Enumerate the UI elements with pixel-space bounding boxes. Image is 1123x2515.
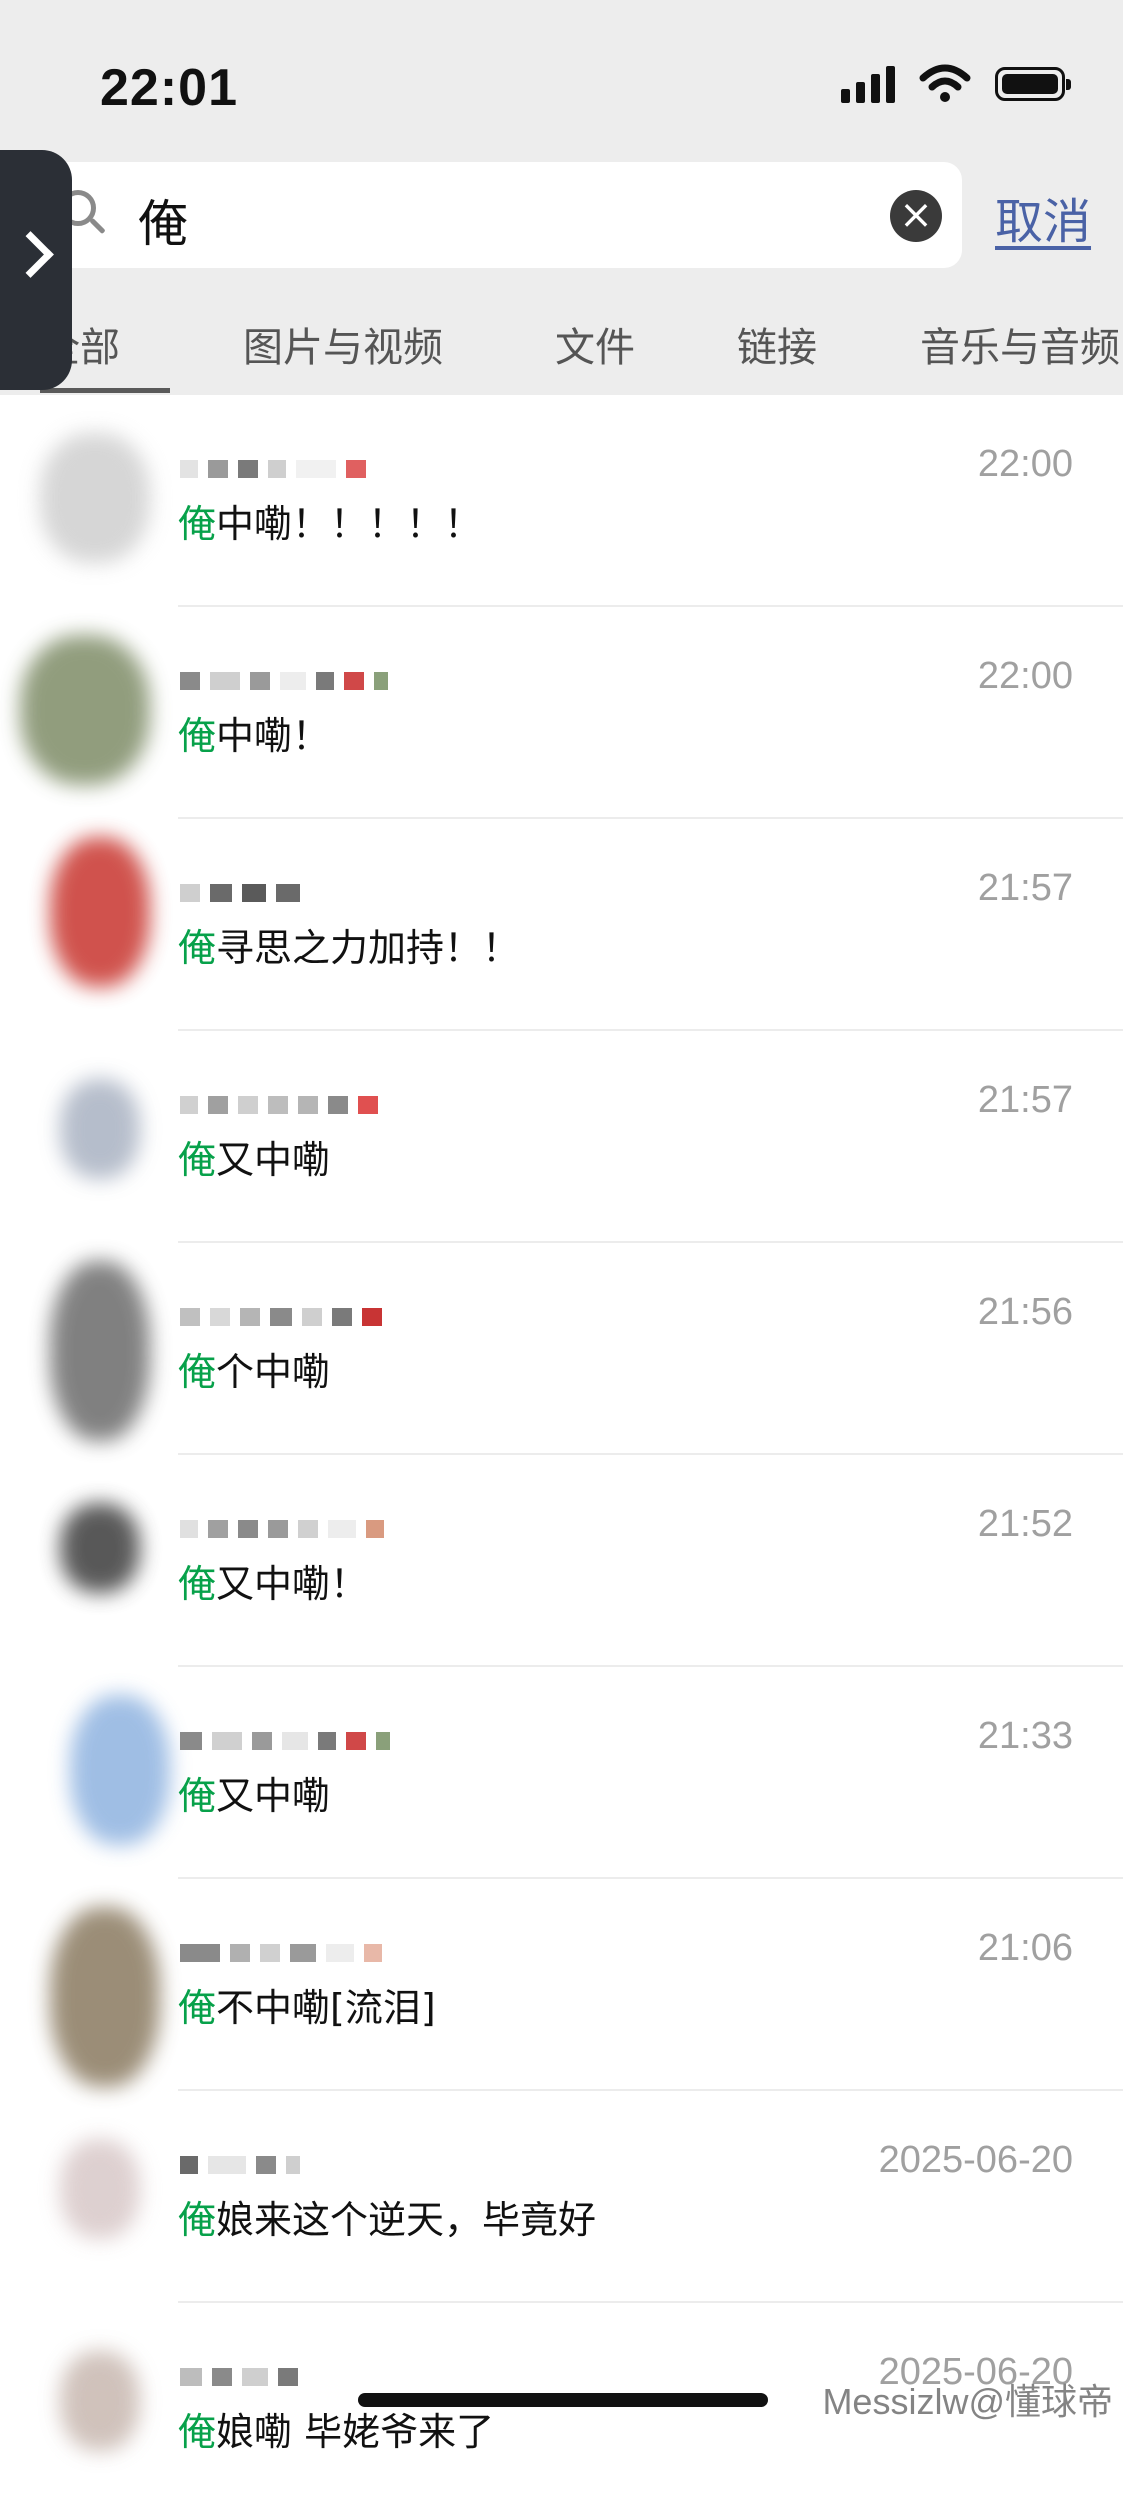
avatar [60, 1503, 140, 1613]
list-item[interactable]: 俺寻思之力加持！！ 21:57 [0, 819, 1123, 1031]
message-snippet: 俺娘来这个逆天，毕竟好 [178, 2198, 597, 2242]
sender-name-redacted [180, 1731, 390, 1751]
status-icons [841, 64, 1071, 104]
message-time: 21:33 [977, 1715, 1073, 1757]
message-snippet: 俺不中嘞[流泪] [178, 1986, 436, 2030]
cancel-button[interactable]: 取消 [995, 182, 1091, 252]
list-item[interactable]: 俺中嘞！！！！！ 22:00 [0, 395, 1123, 607]
tab-bar: 全部 图片与视频 文件 链接 音乐与音频 [0, 315, 1123, 395]
avatar [50, 1261, 150, 1441]
message-snippet: 俺又中嘞 [178, 1774, 331, 1818]
message-snippet: 俺又中嘞 [178, 1138, 331, 1182]
clear-icon[interactable]: × [890, 190, 942, 242]
avatar [50, 1907, 160, 2087]
sender-name-redacted [180, 883, 300, 903]
sender-name-redacted [180, 2155, 300, 2175]
message-time: 21:57 [977, 1079, 1073, 1121]
avatar [60, 1079, 140, 1189]
message-time: 22:00 [977, 443, 1073, 485]
sender-name-redacted [180, 1095, 378, 1115]
avatar [40, 433, 150, 563]
message-time: 22:00 [977, 655, 1073, 697]
tab-active-indicator [40, 388, 170, 393]
message-snippet: 俺又中嘞！ [178, 1562, 369, 1606]
home-indicator[interactable] [358, 2393, 768, 2407]
message-snippet: 俺中嘞！ [178, 714, 331, 758]
sender-name-redacted [180, 671, 388, 691]
list-item[interactable]: 俺娘来这个逆天，毕竟好 2025-06-20 [0, 2091, 1123, 2303]
avatar [60, 2139, 140, 2249]
sender-name-redacted [180, 1307, 382, 1327]
search-input[interactable]: 俺 [138, 184, 188, 256]
list-item[interactable]: 俺个中嘞 21:56 [0, 1243, 1123, 1455]
tab-music-audio[interactable]: 音乐与音频 [920, 315, 1120, 373]
sender-name-redacted [180, 1943, 382, 1963]
battery-icon [995, 67, 1071, 101]
avatar [60, 2351, 140, 2461]
avatar [60, 1695, 170, 1845]
search-header: 22:01 俺 × 取消 全部 图片与视频 文件 链接 音乐与音频 [0, 0, 1123, 395]
chevron-right-icon [7, 231, 54, 278]
watermark: Messizlw@懂球帝 [822, 2381, 1113, 2422]
message-snippet: 俺寻思之力加持！！ [178, 926, 521, 970]
message-time: 21:06 [977, 1927, 1073, 1969]
message-time: 2025-06-20 [878, 2139, 1073, 2181]
sender-name-redacted [180, 459, 366, 479]
tab-files[interactable]: 文件 [555, 315, 635, 373]
message-time: 21:57 [977, 867, 1073, 909]
tab-images-videos[interactable]: 图片与视频 [243, 315, 443, 373]
status-time: 22:01 [100, 59, 238, 117]
message-snippet: 俺个中嘞 [178, 1350, 331, 1394]
tab-links[interactable]: 链接 [737, 315, 817, 373]
list-item[interactable]: 俺又中嘞 21:33 [0, 1667, 1123, 1879]
list-item[interactable]: 俺又中嘞 21:57 [0, 1031, 1123, 1243]
wifi-icon [919, 64, 971, 102]
side-handle[interactable] [0, 150, 72, 390]
search-field[interactable]: 俺 × [40, 162, 962, 268]
signal-icon [841, 65, 895, 103]
message-time: 21:56 [977, 1291, 1073, 1333]
message-snippet: 俺娘嘞 毕姥爷来了 [178, 2410, 495, 2454]
list-item[interactable]: 俺中嘞！ 22:00 [0, 607, 1123, 819]
list-item[interactable]: 俺不中嘞[流泪] 21:06 [0, 1879, 1123, 2091]
message-snippet: 俺中嘞！！！！！ [178, 502, 483, 546]
list-item[interactable]: 俺又中嘞！ 21:52 [0, 1455, 1123, 1667]
sender-name-redacted [180, 2367, 298, 2387]
avatar [50, 837, 150, 987]
sender-name-redacted [180, 1519, 384, 1539]
avatar [20, 635, 150, 785]
message-time: 21:52 [977, 1503, 1073, 1545]
